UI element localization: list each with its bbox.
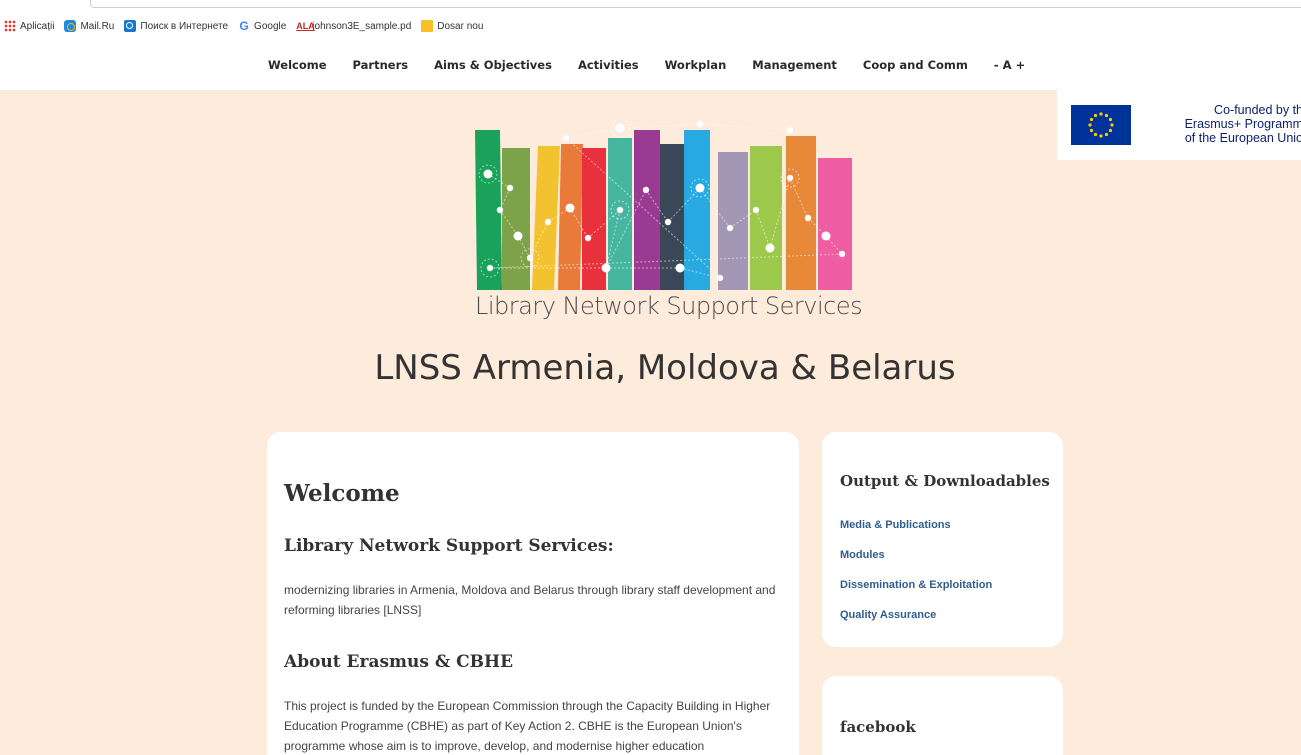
nav-item-coop[interactable]: Coop and Comm — [863, 58, 968, 72]
section-heading-erasmus: About Erasmus & CBHE — [284, 652, 514, 672]
eu-badge-text: Co-funded by th Erasmus+ Programm of the… — [1143, 103, 1301, 145]
nav-item-welcome[interactable]: Welcome — [268, 58, 327, 72]
downloads-widget: Output & Downloadables Media & Publicati… — [822, 432, 1063, 647]
link-modules[interactable]: Modules — [840, 549, 885, 561]
font-size-toggle[interactable]: - A + — [994, 58, 1025, 72]
link-dissemination[interactable]: Dissemination & Exploitation — [840, 579, 992, 591]
bookmark-mailru[interactable]: Mail.Ru — [64, 20, 114, 32]
book-spine — [818, 158, 852, 290]
book-spine — [750, 146, 782, 290]
nav-item-workplan[interactable]: Workplan — [665, 58, 727, 72]
eu-cofunded-badge: Co-funded by th Erasmus+ Programm of the… — [1057, 90, 1301, 160]
bookmarks-list: Aplicații Mail.Ru Поиск в Интернете G Go… — [4, 18, 493, 34]
bookmark-pdf[interactable]: ALA johnson3E_sample.pd — [296, 20, 411, 32]
page-heading: Welcome — [284, 480, 400, 507]
eu-flag-icon — [1071, 105, 1131, 145]
book-spine — [786, 136, 816, 290]
eu-badge-line: Erasmus+ Programm — [1184, 117, 1301, 131]
eu-badge-line: of the European Unio — [1184, 131, 1301, 145]
bookmark-label: johnson3E_sample.pd — [312, 20, 412, 32]
book-spine — [502, 148, 530, 290]
address-bar-edge — [90, 0, 1301, 8]
bookmark-label: Поиск в Интернете — [140, 20, 229, 32]
section-heading-lnss: Library Network Support Services: — [284, 536, 614, 556]
ala-icon: ALA — [296, 21, 315, 31]
book-spine — [718, 152, 748, 290]
facebook-widget: facebook — [822, 676, 1063, 755]
mail-ru-icon — [64, 20, 77, 32]
bookmarks-bar: Aplicații Mail.Ru Поиск в Интернете G Go… — [0, 0, 1301, 38]
nav-list: Welcome Partners Aims & Objectives Activ… — [268, 58, 1051, 72]
welcome-card: Welcome Library Network Support Services… — [267, 432, 799, 755]
bookmark-label: Mail.Ru — [80, 20, 115, 32]
downloads-title: Output & Downloadables — [840, 472, 1050, 490]
nav-item-partners[interactable]: Partners — [353, 58, 409, 72]
erasmus-description: This project is funded by the European C… — [284, 699, 771, 753]
bookmark-label: Dosar nou — [437, 20, 484, 32]
folder-icon — [421, 20, 434, 32]
bookmark-apps[interactable]: Aplicații — [4, 20, 54, 32]
book-spine — [684, 130, 710, 290]
apps-grid-icon — [4, 20, 16, 32]
logo-books — [475, 130, 852, 290]
bookmark-google[interactable]: G Google — [238, 20, 286, 32]
bookmark-folder[interactable]: Dosar nou — [421, 20, 483, 32]
nav-item-activities[interactable]: Activities — [578, 58, 639, 72]
lnss-description: modernizing libraries in Armenia, Moldov… — [284, 583, 776, 617]
site-title: LNSS Armenia, Moldova & Belarus — [374, 348, 956, 388]
google-icon: G — [239, 19, 249, 33]
link-media-publications[interactable]: Media & Publications — [840, 519, 951, 531]
bookmark-label: Aplicații — [20, 20, 55, 32]
bookmark-label: Google — [254, 20, 287, 32]
eu-badge-line: Co-funded by th — [1214, 103, 1301, 117]
logo-text: Library Network Support Services — [475, 292, 863, 320]
facebook-title: facebook — [840, 718, 916, 736]
nav-item-aims[interactable]: Aims & Objectives — [434, 58, 552, 72]
site-nav: Welcome Partners Aims & Objectives Activ… — [0, 38, 1301, 90]
link-quality-assurance[interactable]: Quality Assurance — [840, 609, 936, 621]
book-spine — [634, 130, 660, 290]
nav-item-management[interactable]: Management — [752, 58, 837, 72]
bookmark-search[interactable]: Поиск в Интернете — [124, 20, 228, 32]
search-icon — [124, 20, 137, 32]
